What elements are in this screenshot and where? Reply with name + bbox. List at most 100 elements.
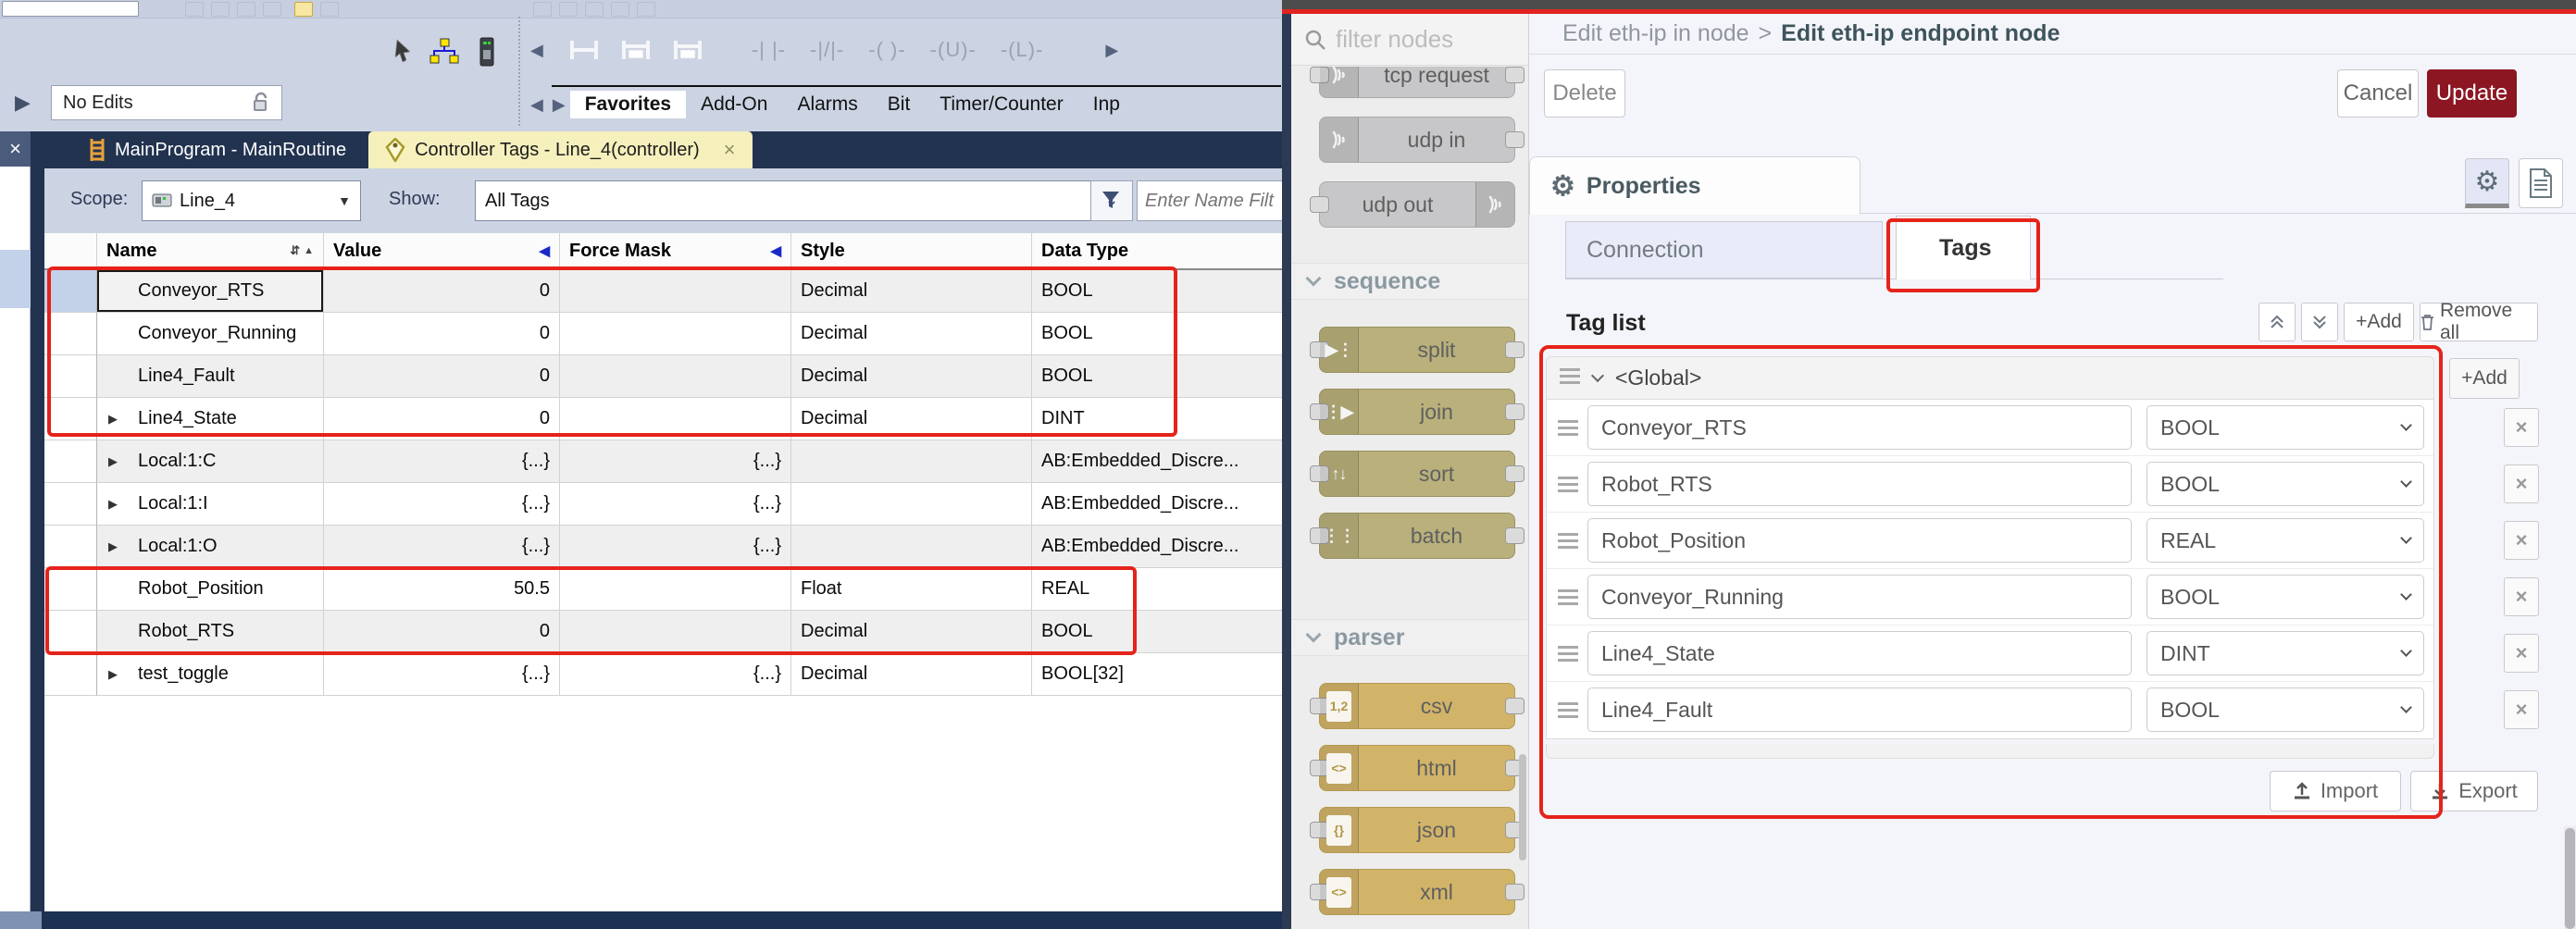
style-cell[interactable]: Decimal [791,653,1032,696]
palette-node-html[interactable]: <>html [1319,745,1515,791]
show-select[interactable]: All Tags ▼ [475,180,1129,221]
ribbon-tab-alarms[interactable]: Alarms [782,91,872,118]
toolbar-combo-box[interactable] [2,1,139,17]
table-row[interactable]: ▶test_toggle{...}{...}DecimalBOOL[32] [44,653,1287,696]
tag-value-cell[interactable]: {...} [324,653,560,696]
cancel-button[interactable]: Cancel [2337,69,2419,118]
tag-name-input[interactable] [1587,462,2132,506]
import-button[interactable]: Import [2270,771,2401,811]
tag-name-cell[interactable]: Robot_RTS [97,611,324,653]
drag-handle-icon[interactable] [1558,702,1578,722]
style-cell[interactable] [791,526,1032,568]
table-row[interactable]: Robot_Position50.5FloatREAL [44,568,1287,611]
palette-category-sequence[interactable]: sequence [1291,263,1528,300]
style-cell[interactable]: Decimal [791,398,1032,440]
table-row[interactable]: ▶Local:1:O{...}{...}AB:Embedded_Discre..… [44,526,1287,568]
column-header-style[interactable]: Style [791,233,1032,268]
data-type-cell[interactable]: AB:Embedded_Discre... [1032,440,1287,483]
tag-type-select[interactable]: BOOL [2147,575,2424,619]
tag-type-select[interactable]: DINT [2147,631,2424,675]
palette-node-json[interactable]: {}json [1319,807,1515,853]
palette-node-udp-in[interactable]: udp in [1319,117,1515,163]
palette-category-parser[interactable]: parser [1291,619,1528,656]
remove-tag-button[interactable]: × [2504,577,2539,616]
ladder-op-icon[interactable]: -(U)- [930,38,977,62]
tag-type-select[interactable]: BOOL [2147,405,2424,450]
data-type-cell[interactable]: BOOL [1032,313,1287,355]
tag-name-input[interactable] [1587,631,2132,675]
expand-arrow-icon[interactable]: ▶ [108,667,118,682]
expand-arrow-icon[interactable]: ▶ [108,497,118,512]
style-cell[interactable]: Decimal [791,611,1032,653]
tag-name-cell[interactable]: ▶Local:1:C [97,440,324,483]
expand-arrow-icon[interactable]: ▶ [108,412,118,427]
style-cell[interactable]: Float [791,568,1032,611]
ladder-op-icon[interactable]: -|/|- [810,38,844,62]
table-row[interactable]: Conveyor_Running0DecimalBOOL [44,313,1287,355]
data-type-cell[interactable]: BOOL[32] [1032,653,1287,696]
data-type-cell[interactable]: BOOL [1032,270,1287,313]
row-header-cell[interactable] [44,270,97,313]
expand-arrow-icon[interactable]: ▶ [108,539,118,554]
table-row[interactable]: ▶Local:1:I{...}{...}AB:Embedded_Discre..… [44,483,1287,526]
tag-name-input[interactable] [1587,575,2132,619]
tab-connection[interactable]: Connection [1565,221,1883,279]
tag-value-cell[interactable]: 0 [324,611,560,653]
remove-tag-button[interactable]: × [2504,690,2539,729]
drag-handle-icon[interactable] [1558,533,1578,552]
tab-controller-tags[interactable]: Controller Tags - Line_4(controller) × [368,131,752,168]
edits-dropdown-arrow[interactable]: ▶ [15,91,31,115]
row-header-cell[interactable] [44,440,97,483]
table-row[interactable]: ▶Line4_State0DecimalDINT [44,398,1287,440]
scope-select[interactable]: Line_4 ▼ [142,180,361,221]
tag-name-input[interactable] [1587,405,2132,450]
force-mask-cell[interactable] [560,611,791,653]
row-header-cell[interactable] [44,653,97,696]
data-type-cell[interactable]: BOOL [1032,611,1287,653]
remove-all-button[interactable]: Remove all [2420,303,2538,341]
group-add-button[interactable]: +Add [2449,358,2520,399]
palette-node-udp-out[interactable]: udp out [1319,181,1515,228]
rung-branch-level-icon[interactable] [672,39,703,61]
style-cell[interactable]: Decimal [791,355,1032,398]
tab-tags[interactable]: Tags [1896,216,2031,279]
tab-main-routine[interactable]: MainProgram - MainRoutine [72,131,363,168]
tag-name-cell[interactable]: ▶Local:1:O [97,526,324,568]
palette-node-sort[interactable]: ↑↓sort [1319,451,1515,497]
ribbon-tab-favorites[interactable]: Favorites [570,91,686,118]
data-type-cell[interactable]: REAL [1032,568,1287,611]
tag-value-cell[interactable]: 0 [324,398,560,440]
toolbar-mini-icon[interactable] [263,2,281,17]
properties-view-button[interactable]: ⚙ [2465,158,2509,208]
row-header-cell[interactable] [44,611,97,653]
force-pin-icon[interactable]: ◀ [770,242,781,259]
add-tag-button[interactable]: +Add [2344,303,2414,341]
collapse-chevron-icon[interactable] [1591,368,1604,381]
tag-name-cell[interactable]: Conveyor_Running [97,313,324,355]
toolbar-mini-icon[interactable] [211,2,230,17]
style-cell[interactable] [791,440,1032,483]
tag-name-input[interactable] [1587,687,2132,732]
tag-type-select[interactable]: REAL [2147,518,2424,563]
tag-name-cell[interactable]: ▶Local:1:I [97,483,324,526]
style-cell[interactable]: Decimal [791,270,1032,313]
tag-name-cell[interactable]: Robot_Position [97,568,324,611]
description-view-button[interactable] [2519,158,2563,208]
tag-name-cell[interactable]: ▶Line4_State [97,398,324,440]
row-header-cell[interactable] [44,526,97,568]
remove-tag-button[interactable]: × [2504,408,2539,447]
force-mask-cell[interactable]: {...} [560,483,791,526]
breadcrumb-parent[interactable]: Edit eth-ip in node [1562,20,1749,47]
data-type-cell[interactable]: AB:Embedded_Discre... [1032,526,1287,568]
value-pin-icon[interactable]: ◀ [539,242,550,259]
close-tab-icon[interactable]: × [724,138,736,162]
tag-name-cell[interactable]: ▶test_toggle [97,653,324,696]
toolbar-mini-icon[interactable] [294,2,313,17]
force-mask-cell[interactable] [560,398,791,440]
data-type-cell[interactable]: AB:Embedded_Discre... [1032,483,1287,526]
remove-tag-button[interactable]: × [2504,521,2539,560]
network-browse-icon[interactable] [428,33,461,70]
table-row[interactable]: Robot_RTS0 DecimalBOOL [44,611,1287,653]
force-mask-cell[interactable]: {...} [560,440,791,483]
drag-handle-icon[interactable] [1558,420,1578,440]
